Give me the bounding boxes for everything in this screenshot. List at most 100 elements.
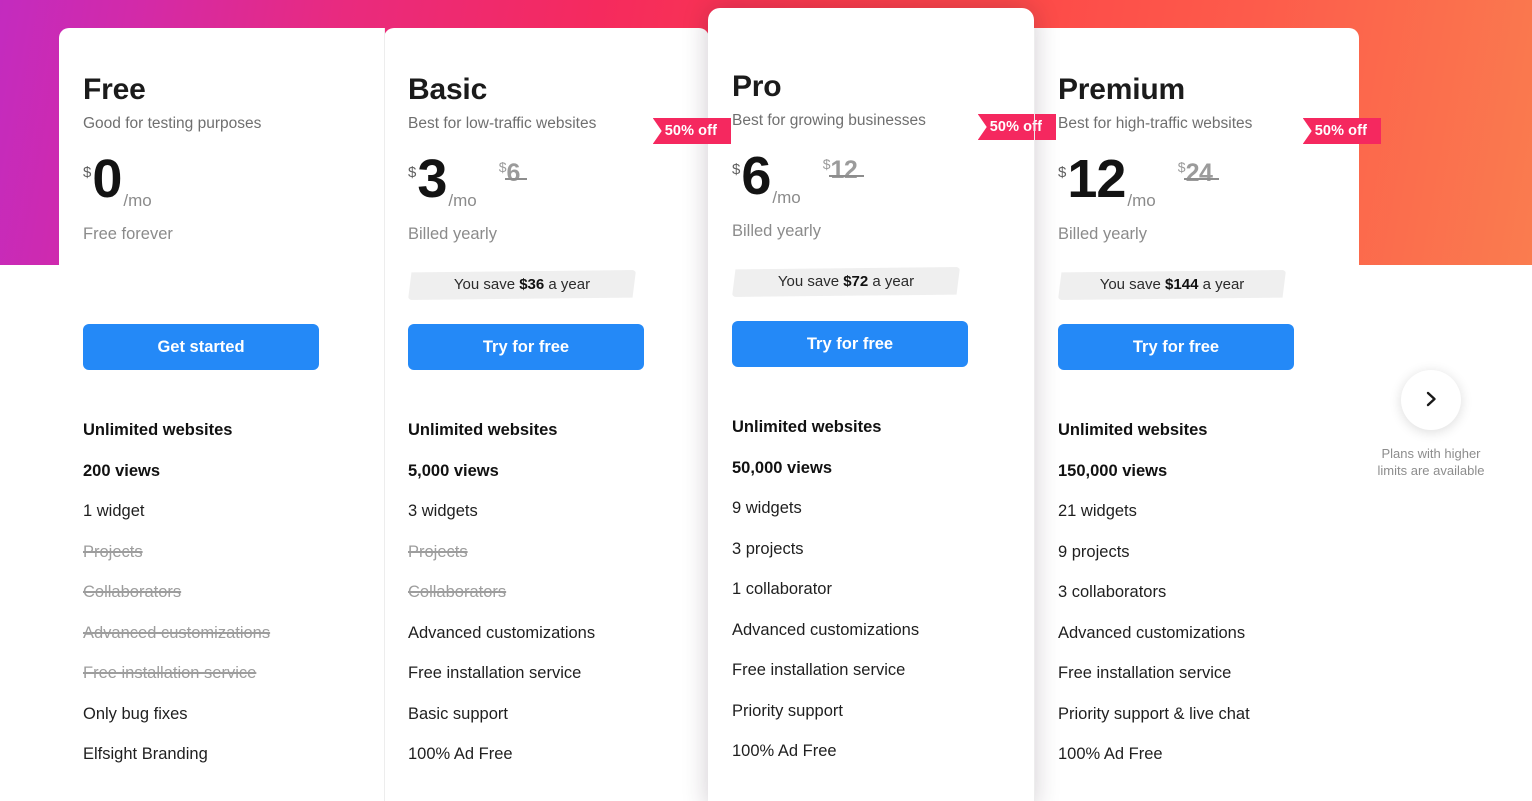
feature-item: 3 projects — [732, 539, 804, 558]
feature-item-unavailable: Collaborators — [83, 583, 182, 601]
chevron-right-icon — [1421, 389, 1441, 412]
original-price: $24 — [1178, 159, 1219, 188]
feature-item: 9 widgets — [732, 499, 802, 517]
original-price: $12 — [822, 156, 864, 185]
savings-pill: You save $72 a year — [732, 267, 960, 297]
pricing-card-premium: 50% off Premium Best for high-traffic webs… — [1034, 28, 1381, 801]
feature-list: Unlimited websites 150,000 views 21 widget… — [1058, 410, 1335, 775]
plan-tagline: Best for low-traffic websites — [408, 115, 597, 132]
pricing-card-pro: 50% off Pro Best for growing businesses $6/… — [708, 8, 1056, 801]
feature-item: 1 widget — [83, 502, 145, 520]
pricing-card-basic: 50% off Basic Best for low-traffic website… — [384, 28, 731, 801]
feature-item: 100% Ad Free — [1058, 745, 1163, 763]
more-plans-caption-line1: Plans with higher — [1381, 446, 1481, 461]
feature-item: 9 projects — [1058, 542, 1130, 561]
more-plans-control[interactable]: Plans with higher limits are available — [1372, 370, 1490, 479]
plan-tagline: Best for high-traffic websites — [1058, 115, 1253, 132]
next-plans-button[interactable] — [1401, 370, 1461, 430]
price-period: /mo — [123, 191, 152, 210]
billing-note: Billed yearly — [732, 222, 821, 240]
price-row: $6/mo $12 — [732, 146, 1010, 214]
savings-suffix: a year — [544, 276, 591, 293]
discount-badge: 50% off — [1302, 118, 1381, 144]
savings-placeholder — [83, 244, 360, 300]
savings-pill: You save $36 a year — [408, 270, 636, 300]
feature-list: Unlimited websites 50,000 views 9 widgets 3… — [732, 407, 1010, 772]
price-row: $3/mo $6 — [408, 152, 685, 217]
original-price-amount: 24 — [1185, 159, 1213, 187]
cta-button-premium[interactable]: Try for free — [1058, 324, 1294, 370]
pricing-card-free: Free Good for testing purposes $0/mo Free f… — [59, 28, 384, 801]
feature-item: Free installation service — [408, 664, 582, 682]
feature-item: 3 widgets — [408, 502, 478, 520]
price-amount: 6 — [741, 146, 771, 206]
feature-item: Free installation service — [732, 661, 906, 679]
feature-item: Unlimited websites — [83, 421, 233, 439]
price-row: $0/mo — [83, 149, 360, 217]
savings-suffix: a year — [868, 273, 915, 290]
price-row: $12/mo $24 — [1058, 149, 1335, 217]
more-plans-caption: Plans with higher limits are available — [1372, 446, 1490, 479]
pricing-card-body: 50% off Premium Best for high-traffic webs… — [1034, 73, 1381, 801]
plan-name: Basic — [408, 73, 488, 106]
cta-button-pro[interactable]: Try for free — [732, 321, 968, 367]
original-price: $6 — [498, 159, 528, 188]
discount-badge: 50% off — [977, 114, 1056, 140]
feature-item: Priority support — [732, 701, 843, 720]
feature-item: Only bug fixes — [83, 704, 188, 723]
feature-list: Unlimited websites 200 views 1 widget Proje… — [83, 410, 360, 775]
feature-item: 100% Ad Free — [408, 745, 513, 763]
original-currency-symbol: $ — [498, 159, 507, 175]
plan-tagline: Good for testing purposes — [83, 115, 262, 132]
billing-note: Billed yearly — [408, 225, 497, 243]
feature-item: 50,000 views — [732, 458, 832, 477]
cta-button-basic[interactable]: Try for free — [408, 324, 644, 370]
price-period: /mo — [1127, 191, 1156, 210]
price-period: /mo — [448, 191, 477, 210]
feature-item: 150,000 views — [1058, 461, 1168, 480]
feature-item: Unlimited websites — [732, 418, 882, 436]
original-price-amount: 12 — [830, 156, 858, 184]
plan-name: Pro — [732, 70, 782, 103]
feature-item: 5,000 views — [408, 461, 499, 480]
feature-item: Free installation service — [1058, 664, 1232, 682]
billing-note: Billed yearly — [1058, 225, 1147, 243]
feature-item: 100% Ad Free — [732, 742, 837, 760]
plan-tagline: Best for growing businesses — [732, 112, 926, 129]
feature-item: Elfsight Branding — [83, 745, 208, 763]
savings-pill: You save $144 a year — [1058, 270, 1286, 300]
feature-item: 1 collaborator — [732, 580, 832, 598]
feature-item: 200 views — [83, 461, 161, 480]
pricing-card-body: 50% off Basic Best for low-traffic website… — [384, 73, 731, 801]
feature-item-unavailable: Projects — [83, 542, 143, 561]
price-amount: 12 — [1067, 149, 1126, 209]
currency-symbol: $ — [732, 161, 741, 178]
feature-item: Advanced customizations — [408, 623, 596, 642]
feature-item: Unlimited websites — [408, 421, 558, 439]
plan-name: Premium — [1058, 73, 1185, 106]
pricing-card-body: Free Good for testing purposes $0/mo Free f… — [59, 73, 384, 801]
savings-amount: $144 — [1165, 276, 1199, 293]
price-amount: 0 — [92, 149, 122, 209]
original-price-amount: 6 — [506, 159, 521, 187]
savings-amount: $36 — [519, 276, 545, 293]
price-period: /mo — [772, 188, 801, 207]
cta-button-free[interactable]: Get started — [83, 324, 319, 370]
feature-item-unavailable: Projects — [408, 542, 468, 561]
savings-prefix: You save — [1099, 276, 1166, 293]
savings-suffix: a year — [1198, 276, 1245, 293]
billing-note: Free forever — [83, 225, 173, 243]
more-plans-caption-line2: limits are available — [1377, 462, 1485, 478]
savings-prefix: You save — [777, 273, 844, 290]
currency-symbol: $ — [408, 164, 417, 181]
savings-prefix: You save — [453, 276, 520, 293]
plan-name: Free — [83, 73, 146, 106]
discount-badge: 50% off — [652, 118, 731, 144]
original-currency-symbol: $ — [822, 156, 831, 172]
feature-item: Priority support & live chat — [1058, 704, 1250, 723]
savings-amount: $72 — [843, 273, 869, 290]
feature-item: Unlimited websites — [1058, 421, 1208, 439]
feature-item-unavailable: Advanced customizations — [83, 623, 271, 642]
feature-item-unavailable: Collaborators — [408, 583, 507, 601]
feature-item: 21 widgets — [1058, 502, 1137, 520]
